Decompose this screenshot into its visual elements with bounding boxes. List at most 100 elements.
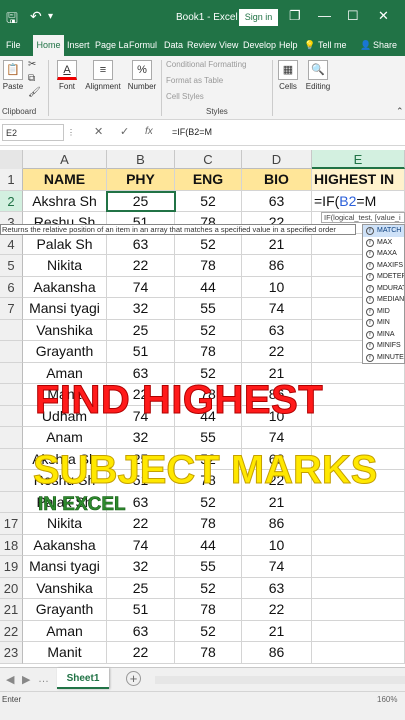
- grid-cell[interactable]: 63: [242, 190, 312, 212]
- tab-data[interactable]: Data: [164, 40, 183, 50]
- conditional-formatting-button[interactable]: Conditional Formatting: [166, 60, 246, 69]
- column-header-d[interactable]: D: [242, 150, 312, 169]
- select-all-corner[interactable]: [0, 150, 23, 169]
- tab-page-layout[interactable]: Page La: [95, 40, 129, 50]
- column-title-cell[interactable]: NAME: [23, 169, 107, 191]
- grid-cell[interactable]: [312, 384, 405, 406]
- tab-help[interactable]: Help: [279, 40, 298, 50]
- collapse-ribbon-icon[interactable]: ⌃: [396, 106, 404, 117]
- row-header[interactable]: [0, 341, 23, 363]
- more-sheets-icon[interactable]: …: [38, 673, 49, 685]
- grid-cell[interactable]: 63: [107, 233, 175, 255]
- grid-cell[interactable]: 44: [175, 276, 242, 298]
- column-header-c[interactable]: C: [175, 150, 242, 169]
- grid-cell[interactable]: 52: [175, 319, 242, 341]
- cancel-icon[interactable]: ✕: [94, 125, 103, 138]
- grid-cell[interactable]: 52: [175, 233, 242, 255]
- grid-cell[interactable]: 51: [107, 599, 175, 621]
- font-button[interactable]: A Font: [54, 60, 80, 91]
- function-autocomplete-list[interactable]: fMATCHfMAXfMAXAfMAXIFSfMDETERMfMDURATION…: [362, 224, 405, 364]
- grid-cell[interactable]: Mansi tyagi: [23, 556, 107, 578]
- sign-in-button[interactable]: Sign in: [239, 9, 278, 26]
- next-sheet-icon[interactable]: ▶: [22, 673, 30, 686]
- share-icon[interactable]: 👤: [360, 40, 371, 51]
- grid-cell[interactable]: 86: [242, 255, 312, 277]
- grid-cell[interactable]: 22: [107, 642, 175, 664]
- autocomplete-item[interactable]: f MEDIAN: [363, 294, 404, 306]
- grid-cell[interactable]: 74: [242, 556, 312, 578]
- save-icon[interactable]: 🖫: [6, 8, 18, 32]
- grid-cell[interactable]: 63: [242, 319, 312, 341]
- grid-cell[interactable]: Akshra Sh: [23, 190, 107, 212]
- grid-cell[interactable]: Aakansha: [23, 276, 107, 298]
- grid-cell[interactable]: 55: [175, 298, 242, 320]
- tab-developer[interactable]: Develop: [243, 40, 276, 50]
- paste-button[interactable]: 📋 Paste: [2, 60, 24, 91]
- row-header[interactable]: [0, 362, 23, 384]
- undo-dropdown-icon[interactable]: ▾: [48, 11, 53, 22]
- grid-cell[interactable]: Nikita: [23, 255, 107, 277]
- grid-cell[interactable]: 22: [107, 255, 175, 277]
- zoom-level[interactable]: 160%: [377, 695, 397, 704]
- grid-cell[interactable]: 22: [242, 341, 312, 363]
- add-sheet-button[interactable]: +: [126, 671, 141, 686]
- grid-cell[interactable]: 78: [175, 513, 242, 535]
- formula-input[interactable]: =IF(B2=M: [172, 127, 212, 137]
- grid-cell[interactable]: 78: [175, 599, 242, 621]
- autocomplete-item[interactable]: f MID: [363, 306, 404, 318]
- column-title-cell[interactable]: PHY: [107, 169, 175, 191]
- copy-icon[interactable]: ⧉: [28, 73, 35, 84]
- grid-cell[interactable]: 10: [242, 276, 312, 298]
- row-header[interactable]: [0, 427, 23, 449]
- grid-cell[interactable]: 52: [175, 190, 242, 212]
- row-header[interactable]: 1: [0, 169, 23, 191]
- row-header[interactable]: 22: [0, 620, 23, 642]
- grid-cell[interactable]: 74: [242, 298, 312, 320]
- alignment-button[interactable]: ≡ Alignment: [82, 60, 124, 91]
- grid-cell[interactable]: 21: [242, 620, 312, 642]
- autocomplete-item[interactable]: fMDURATION: [363, 283, 404, 295]
- name-box[interactable]: E2: [2, 124, 64, 141]
- autocomplete-item[interactable]: f MATCH: [363, 225, 404, 237]
- horizontal-scrollbar[interactable]: [155, 676, 405, 684]
- row-header[interactable]: 23: [0, 642, 23, 664]
- cut-icon[interactable]: ✂: [28, 59, 36, 70]
- autocomplete-item[interactable]: f MAXA: [363, 248, 404, 260]
- grid-cell[interactable]: 25: [107, 319, 175, 341]
- grid-cell[interactable]: 78: [175, 255, 242, 277]
- grid-cell[interactable]: [312, 491, 405, 513]
- grid-cell[interactable]: Mansi tyagi: [23, 298, 107, 320]
- tab-insert[interactable]: Insert: [67, 40, 90, 50]
- column-header-e[interactable]: E: [312, 150, 405, 169]
- close-icon[interactable]: ✕: [378, 8, 389, 24]
- grid-cell[interactable]: 86: [242, 513, 312, 535]
- grid-cell[interactable]: [312, 405, 405, 427]
- autocomplete-item[interactable]: f MAXIFS: [363, 260, 404, 272]
- row-header[interactable]: 20: [0, 577, 23, 599]
- row-header[interactable]: 6: [0, 276, 23, 298]
- column-header-b[interactable]: B: [107, 150, 175, 169]
- grid-cell[interactable]: =IF(B2=M: [312, 190, 405, 212]
- grid-cell[interactable]: 10: [242, 534, 312, 556]
- grid-cell[interactable]: 55: [175, 556, 242, 578]
- cell-styles-button[interactable]: Cell Styles: [166, 92, 204, 101]
- grid-cell[interactable]: Manit: [23, 642, 107, 664]
- grid-cell[interactable]: 22: [242, 599, 312, 621]
- sheet-tab-sheet1[interactable]: Sheet1: [57, 668, 109, 689]
- grid-cell[interactable]: 32: [107, 298, 175, 320]
- row-header[interactable]: 18: [0, 534, 23, 556]
- row-header[interactable]: [0, 384, 23, 406]
- row-header[interactable]: 17: [0, 513, 23, 535]
- grid-cell[interactable]: Aakansha: [23, 534, 107, 556]
- enter-icon[interactable]: ✓: [120, 125, 129, 138]
- grid-cell[interactable]: 25: [107, 190, 175, 212]
- grid-cell[interactable]: 78: [175, 642, 242, 664]
- format-as-table-button[interactable]: Format as Table: [166, 76, 223, 85]
- grid-cell[interactable]: 51: [107, 341, 175, 363]
- grid-cell[interactable]: 52: [175, 620, 242, 642]
- grid-cell[interactable]: 63: [107, 620, 175, 642]
- grid-cell[interactable]: [312, 642, 405, 664]
- grid-cell[interactable]: 21: [242, 491, 312, 513]
- number-button[interactable]: % Number: [126, 60, 158, 91]
- grid-cell[interactable]: 78: [175, 341, 242, 363]
